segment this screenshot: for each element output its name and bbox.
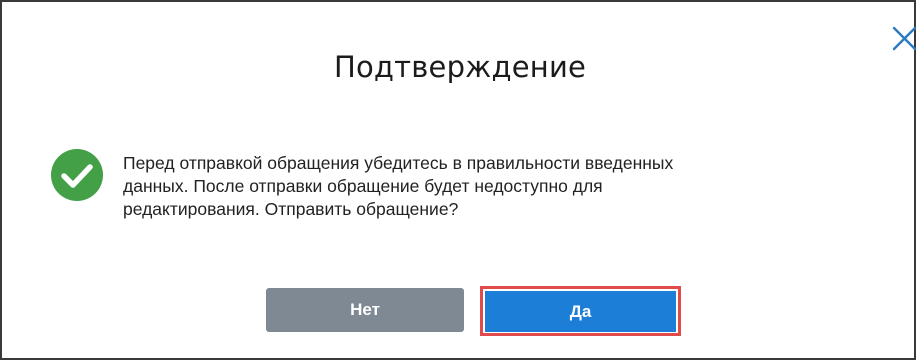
no-button[interactable]: Нет [266,288,464,332]
yes-button[interactable]: Да [485,291,676,332]
check-circle-icon [50,148,104,202]
dialog-message: Перед отправкой обращения убедитесь в пр… [123,152,843,221]
close-button[interactable] [890,24,918,52]
message-line: данных. После отправки обращение будет н… [123,176,603,196]
confirmation-dialog: Подтверждение Перед отправкой обращения … [0,0,918,360]
dialog-title: Подтверждение [333,50,587,84]
message-line: Перед отправкой обращения убедитесь в пр… [123,153,674,173]
close-icon[interactable] [890,24,918,52]
message-line: редактирования. Отправить обращение? [123,199,459,219]
